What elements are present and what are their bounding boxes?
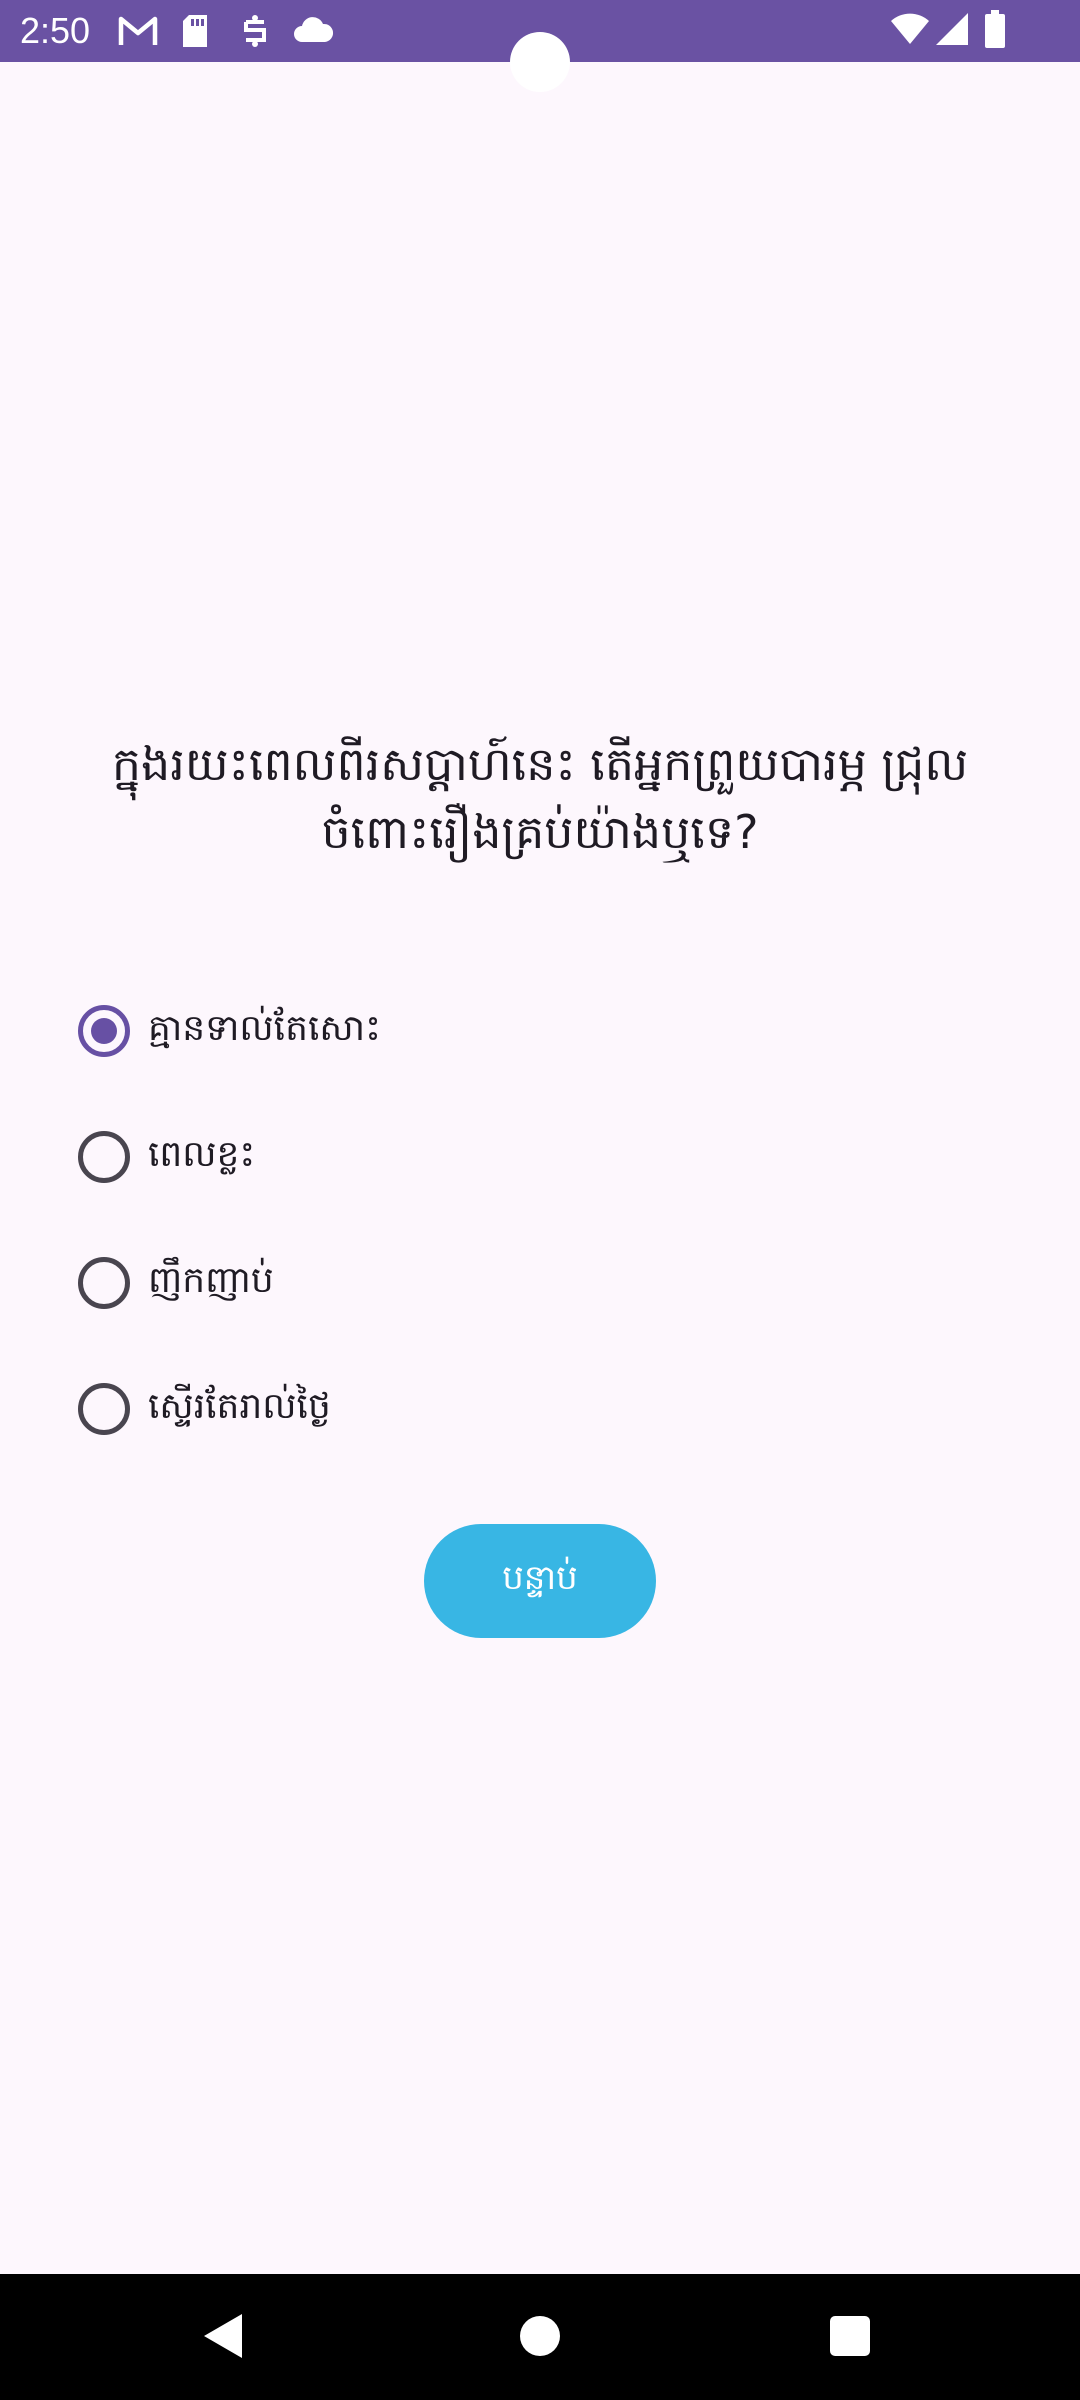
camera-cutout (510, 32, 570, 92)
question-text: ក្នុងរយះពេលពីរសប្ដាហ៍នេះ តើអ្នកព្រួយបារម… (111, 737, 969, 859)
back-icon[interactable] (204, 2314, 242, 2358)
signal-icon (934, 12, 970, 50)
option-row[interactable]: ស្ទើរតែរាល់ថ្ងៃ (78, 1346, 978, 1472)
option-label: ស្ទើរតែរាល់ថ្ងៃ (148, 1385, 331, 1427)
option-label: ពេលខ្លះ (148, 1133, 256, 1175)
gmail-icon (118, 14, 158, 52)
sync-icon (238, 14, 272, 52)
radio-button[interactable] (78, 1383, 130, 1435)
recents-icon[interactable] (830, 2316, 870, 2356)
radio-button[interactable] (78, 1131, 130, 1183)
navigation-bar (0, 2274, 1080, 2400)
option-row[interactable]: ពេលខ្លះ (78, 1094, 978, 1220)
radio-button[interactable] (78, 1257, 130, 1309)
option-row[interactable]: គ្មានទាល់តែសោះ (78, 968, 978, 1094)
cloud-icon (292, 16, 334, 48)
radio-button-selected[interactable] (78, 1005, 130, 1057)
wifi-icon (890, 12, 930, 50)
option-label: ញឹកញាប់ (148, 1259, 274, 1301)
answer-options: គ្មានទាល់តែសោះ ពេលខ្លះ ញឹកញាប់ ស្ទើរតែរា… (78, 968, 978, 1472)
sd-card-icon (180, 14, 210, 52)
option-row[interactable]: ញឹកញាប់ (78, 1220, 978, 1346)
survey-screen: 2:50 ក្នុងរយះពេលពីរសប្ដាហ៍នេះ តើអ្នកព្រួ… (0, 0, 1080, 2400)
status-time: 2:50 (20, 10, 91, 51)
battery-icon (984, 10, 1006, 52)
next-button[interactable]: បន្ទាប់ (424, 1524, 656, 1638)
home-icon[interactable] (520, 2316, 560, 2356)
option-label: គ្មានទាល់តែសោះ (148, 1007, 381, 1049)
